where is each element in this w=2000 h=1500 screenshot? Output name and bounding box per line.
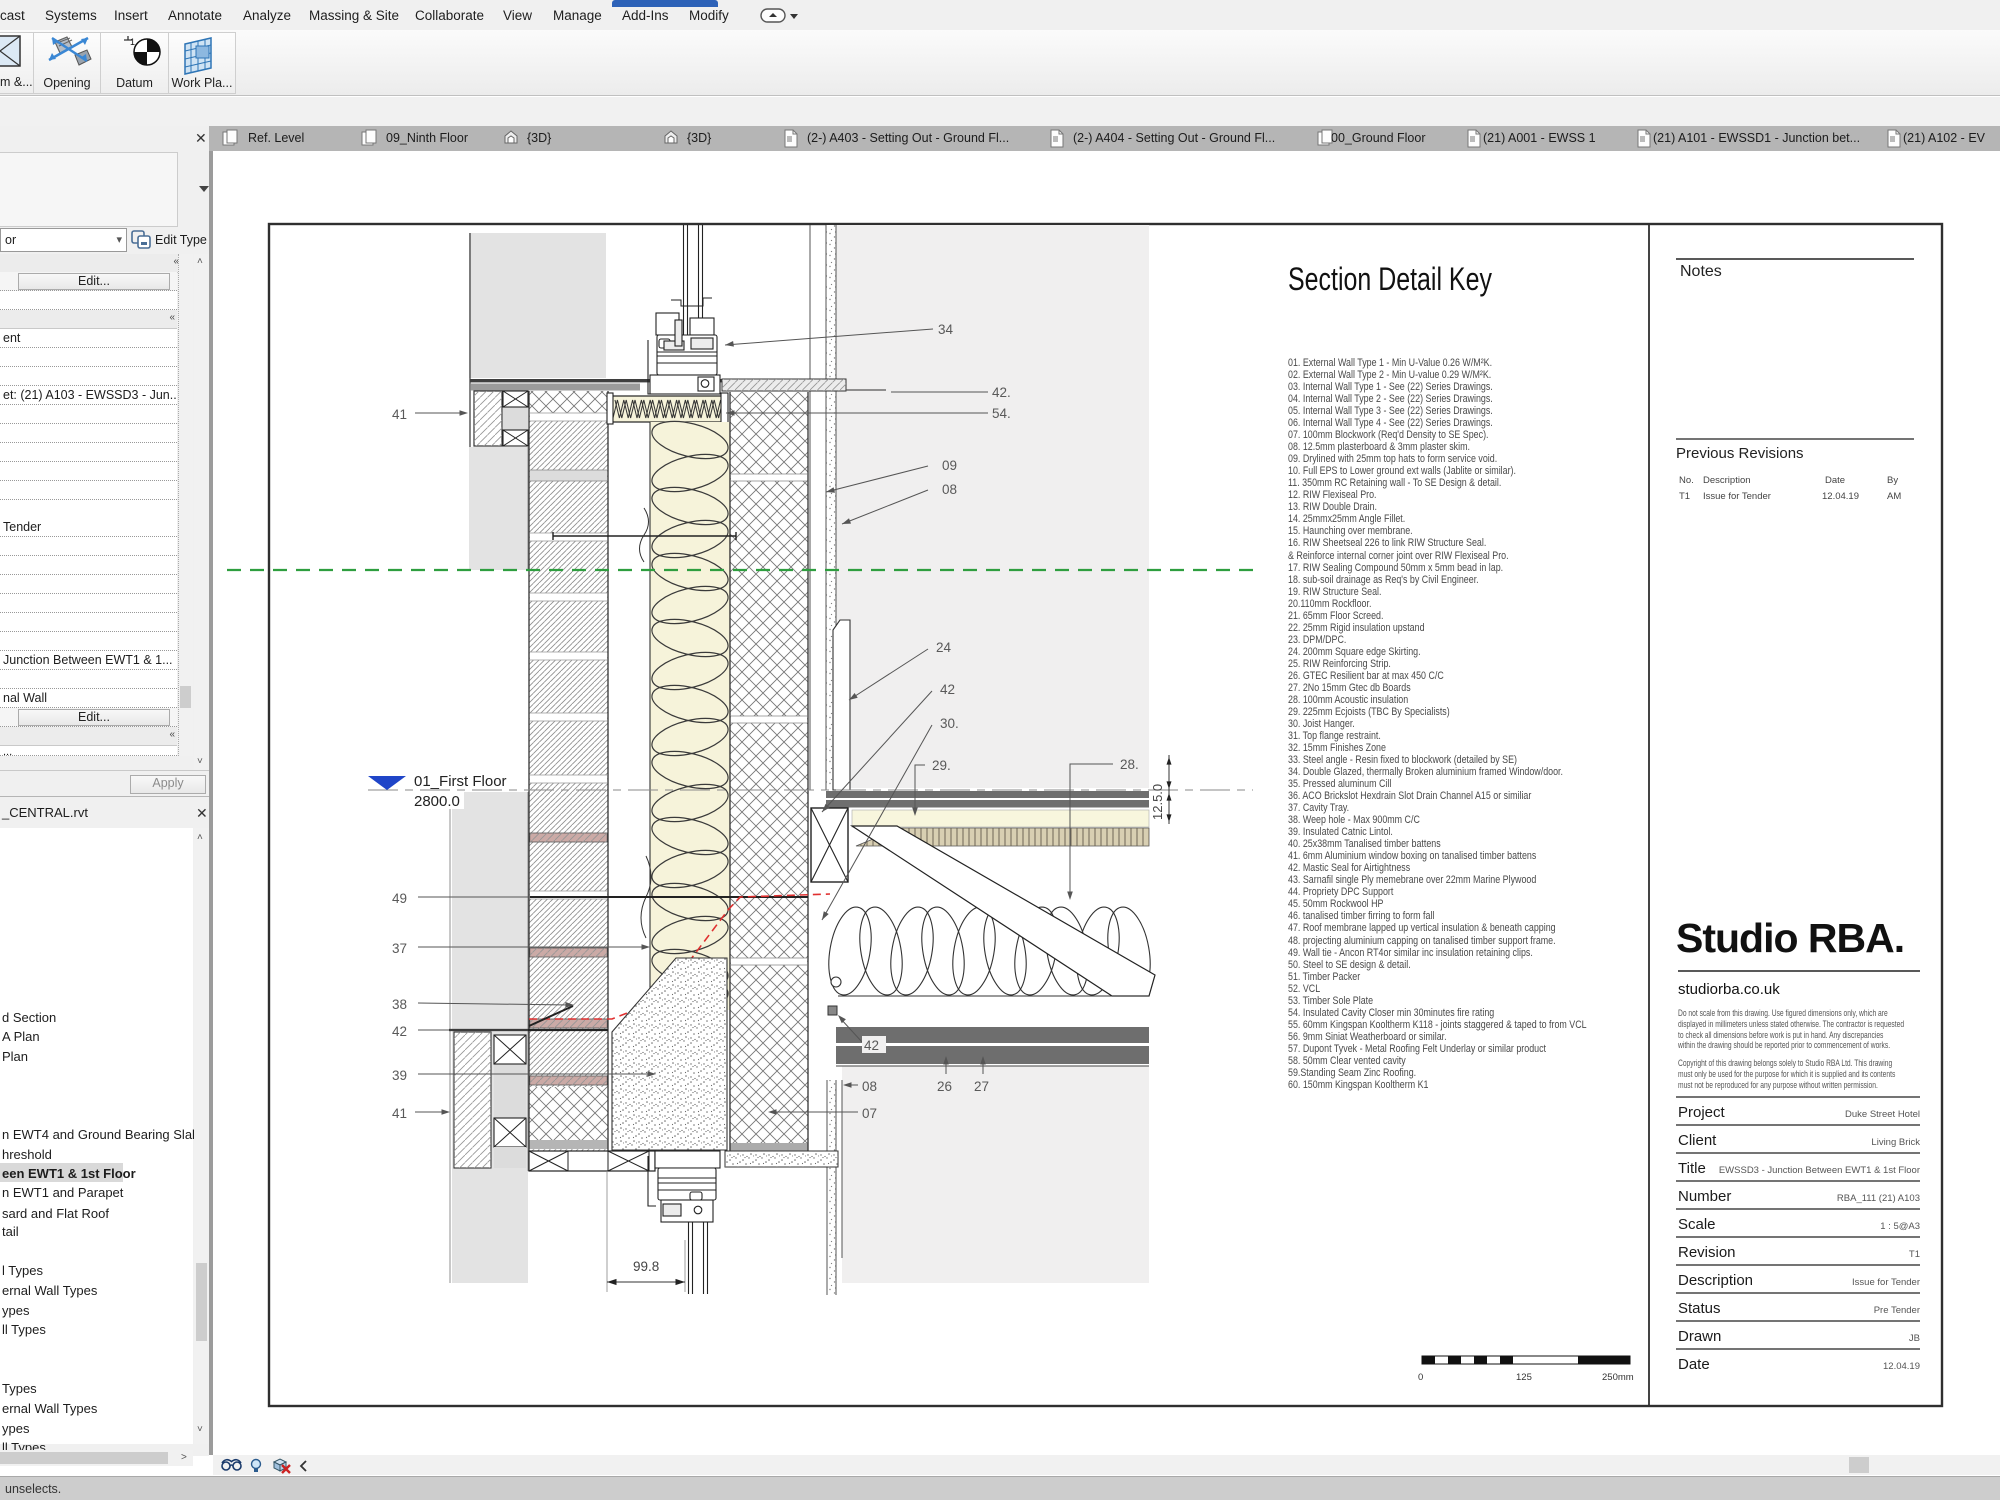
svg-text:42.: 42. — [992, 385, 1011, 400]
svg-text:30.: 30. — [940, 716, 959, 731]
svg-text:49: 49 — [392, 891, 407, 906]
svg-text:42: 42 — [864, 1038, 879, 1053]
svg-text:125: 125 — [1516, 1372, 1532, 1383]
svg-text:27: 27 — [974, 1079, 989, 1094]
svg-text:250mm: 250mm — [1602, 1372, 1634, 1383]
svg-text:39: 39 — [392, 1068, 407, 1083]
svg-text:24: 24 — [936, 640, 952, 655]
svg-text:09: 09 — [942, 458, 957, 473]
svg-text:07: 07 — [862, 1106, 877, 1121]
svg-text:38: 38 — [392, 997, 407, 1012]
svg-text:37: 37 — [392, 941, 407, 956]
svg-text:54.: 54. — [992, 406, 1011, 421]
svg-text:42: 42 — [940, 682, 955, 697]
svg-text:08: 08 — [942, 482, 957, 497]
svg-text:41: 41 — [392, 407, 407, 422]
svg-text:28.: 28. — [1120, 757, 1139, 772]
svg-text:08: 08 — [862, 1079, 877, 1094]
svg-text:0: 0 — [1418, 1372, 1423, 1383]
svg-text:29.: 29. — [932, 758, 951, 773]
svg-text:41: 41 — [392, 1106, 407, 1121]
svg-text:1: 1 — [130, 37, 135, 47]
svg-text:34: 34 — [938, 322, 954, 337]
svg-text:2800.0: 2800.0 — [414, 793, 460, 810]
svg-text:26: 26 — [937, 1079, 952, 1094]
svg-text:42: 42 — [392, 1024, 407, 1039]
svg-text:12.5.0: 12.5.0 — [1150, 784, 1165, 820]
svg-text:99.8: 99.8 — [633, 1259, 659, 1274]
svg-text:01_First Floor: 01_First Floor — [414, 773, 507, 790]
